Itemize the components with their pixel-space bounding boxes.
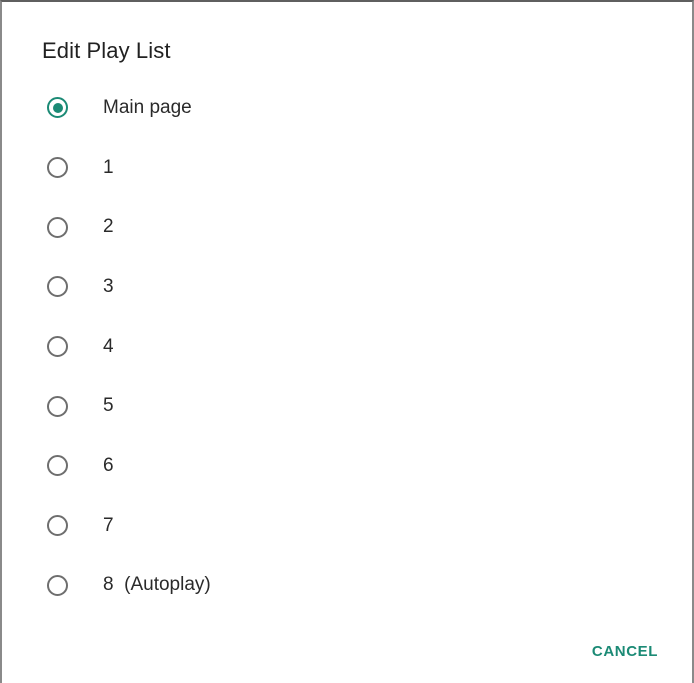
option-1[interactable]: 1 xyxy=(2,138,692,198)
option-label: 4 xyxy=(103,335,114,357)
dialog-title: Edit Play List xyxy=(42,38,171,63)
option-label: 5 xyxy=(103,395,114,417)
option-label: 7 xyxy=(103,514,114,536)
option-7[interactable]: 7 xyxy=(2,496,692,556)
option-label: 1 xyxy=(103,156,114,178)
option-label: 2 xyxy=(103,216,114,238)
radio-button[interactable] xyxy=(47,395,68,417)
radio-button[interactable] xyxy=(47,455,68,477)
play-list-options: Main page 1 2 3 4 5 6 7 8 (Autoplay) xyxy=(2,78,692,615)
option-6[interactable]: 6 xyxy=(2,436,692,496)
option-3[interactable]: 3 xyxy=(2,257,692,317)
option-label: 8 (Autoplay) xyxy=(103,574,211,596)
option-label: 6 xyxy=(103,454,114,476)
option-5[interactable]: 5 xyxy=(2,376,692,436)
option-8-autoplay[interactable]: 8 (Autoplay) xyxy=(2,556,692,616)
option-label: 3 xyxy=(103,275,114,297)
radio-button[interactable] xyxy=(47,574,68,596)
radio-button[interactable] xyxy=(47,276,68,298)
edit-play-list-dialog: Edit Play List Main page 1 2 3 4 5 6 7 8… xyxy=(0,0,694,683)
option-2[interactable]: 2 xyxy=(2,197,692,257)
radio-button[interactable] xyxy=(47,336,68,358)
radio-button[interactable] xyxy=(47,157,68,179)
option-4[interactable]: 4 xyxy=(2,317,692,377)
radio-button-checked[interactable] xyxy=(47,97,68,119)
option-main-page[interactable]: Main page xyxy=(2,78,692,138)
cancel-button[interactable]: CANCEL xyxy=(592,643,658,660)
radio-button[interactable] xyxy=(47,515,68,537)
radio-button[interactable] xyxy=(47,216,68,238)
option-label: Main page xyxy=(103,96,192,118)
